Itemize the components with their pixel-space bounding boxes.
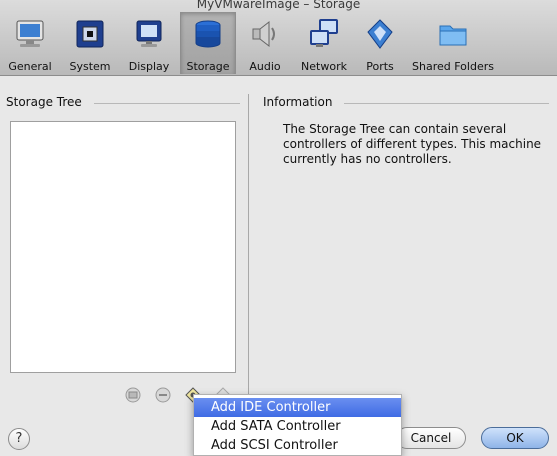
storage-tree-title: Storage Tree <box>6 95 82 109</box>
folder-icon <box>437 18 469 50</box>
information-title: Information <box>263 95 333 109</box>
tab-general[interactable]: General <box>4 12 56 74</box>
chip-icon <box>74 18 106 50</box>
speaker-icon <box>249 18 281 50</box>
network-icon <box>308 18 340 50</box>
ports-icon <box>364 18 396 50</box>
tab-system[interactable]: System <box>66 12 114 74</box>
disk-stack-icon <box>192 18 224 50</box>
menu-item-add-scsi-controller[interactable]: Add SCSI Controller <box>194 436 401 455</box>
information-text: The Storage Tree can contain several con… <box>283 122 542 166</box>
tab-audio[interactable]: Audio <box>242 12 288 74</box>
section-divider <box>344 103 549 104</box>
panel-splitter[interactable] <box>248 94 249 414</box>
tab-shared-folders[interactable]: Shared Folders <box>410 12 496 74</box>
storage-tree-list[interactable] <box>10 121 236 373</box>
cancel-button[interactable]: Cancel <box>396 427 466 449</box>
menu-item-add-sata-controller[interactable]: Add SATA Controller <box>194 417 401 436</box>
window-title: MyVMwareImage – Storage <box>196 0 361 11</box>
section-divider <box>94 103 240 104</box>
add-controller-menu: Add IDE Controller Add SATA Controller A… <box>193 394 402 456</box>
add-controller-icon[interactable] <box>124 386 142 404</box>
monitor-icon <box>14 18 46 50</box>
toolbar: MyVMwareImage – Storage General System D… <box>0 0 557 76</box>
display-icon <box>133 18 165 50</box>
ok-button[interactable]: OK <box>481 427 549 449</box>
help-button[interactable]: ? <box>8 428 30 450</box>
tab-ports[interactable]: Ports <box>360 12 400 74</box>
tab-storage[interactable]: Storage <box>180 12 236 74</box>
tab-network[interactable]: Network <box>296 12 352 74</box>
remove-controller-icon[interactable] <box>154 386 172 404</box>
menu-item-add-ide-controller[interactable]: Add IDE Controller <box>194 398 401 417</box>
tab-display[interactable]: Display <box>124 12 174 74</box>
